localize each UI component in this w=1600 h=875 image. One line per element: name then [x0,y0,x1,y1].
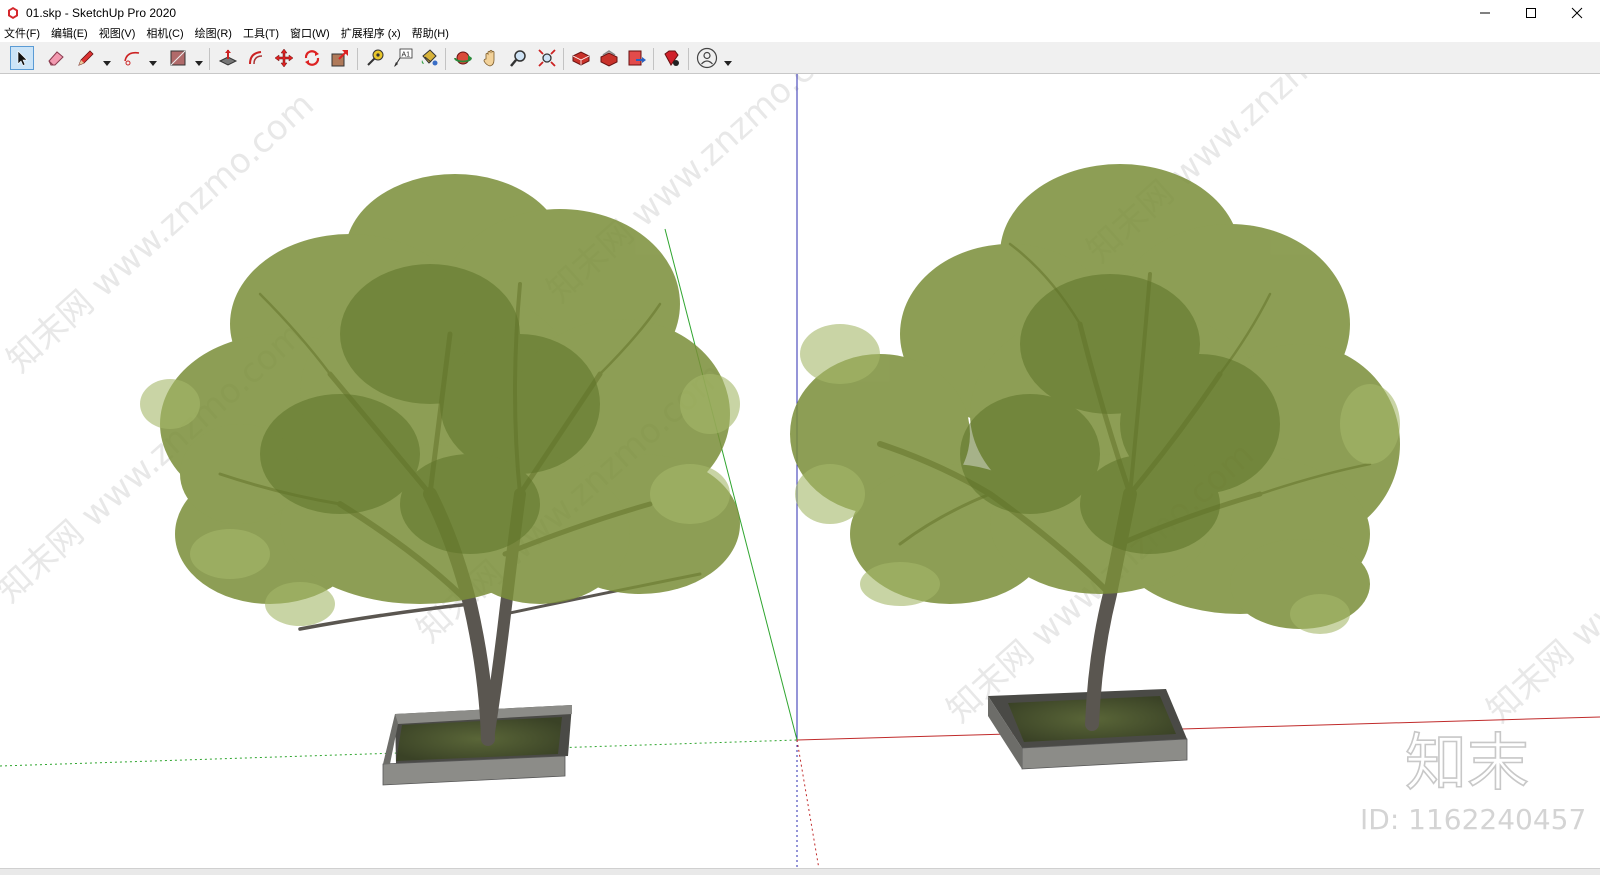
scale-tool-button[interactable] [328,46,352,70]
pencil-line-icon [78,50,94,66]
red-axis-dotted [796,739,821,875]
arc-tool-button[interactable] [120,46,144,70]
arc-tool-dropdown[interactable] [149,54,157,66]
toolbar-divider [445,48,446,70]
toolbar-divider [563,48,564,70]
menu-help[interactable]: 帮助(H) [412,25,449,41]
extension-warehouse-button[interactable] [597,46,621,70]
eraser-tool-button[interactable] [44,46,68,70]
line-tool-dropdown[interactable] [103,54,111,66]
paint-bucket-tool-button[interactable] [417,46,441,70]
scale-icon [331,50,348,67]
chevron-down-icon [195,61,203,66]
shape-tool-dropdown[interactable] [195,54,203,66]
toolbar-divider [653,48,654,70]
extension-warehouse-icon [600,50,618,67]
tree-model-right[interactable] [790,164,1400,770]
menu-draw[interactable]: 绘图(R) [195,25,232,41]
menu-view[interactable]: 视图(V) [99,25,136,41]
pan-hand-icon [483,49,495,67]
sketchup-logo-icon [8,7,18,19]
paint-bucket-icon [421,49,438,66]
minimize-button[interactable] [1462,0,1508,26]
zoom-tool-button[interactable] [507,46,531,70]
offset-tool-button[interactable] [244,46,268,70]
orbit-icon [454,51,472,65]
rotate-tool-button[interactable] [300,46,324,70]
watermark-id: ID: 1162240457 [1360,803,1586,836]
toolbar-divider [209,48,210,70]
menu-tools[interactable]: 工具(T) [243,25,279,41]
zoom-extents-tool-button[interactable] [535,46,559,70]
menu-camera[interactable]: 相机(C) [146,25,183,41]
watermark-text: 知末网 www.znzmo.com [1479,435,1600,731]
push-pull-tool-button[interactable] [216,46,240,70]
planter-left [382,705,572,786]
title-bar: 01.skp - SketchUp Pro 2020 [0,0,1600,26]
zoom-icon [510,50,526,67]
arc-icon [124,51,140,66]
rotate-icon [304,50,320,66]
tape-measure-tool-button[interactable] [363,46,387,70]
maximize-icon [1526,8,1536,18]
maximize-button[interactable] [1508,0,1554,26]
layout-send-icon [628,50,646,66]
extension-manager-ruby-icon [664,50,679,66]
rectangle-shape-icon [170,50,186,66]
pan-tool-button[interactable] [479,46,503,70]
zoom-extents-icon [538,49,556,67]
close-button[interactable] [1554,0,1600,26]
3d-warehouse-icon [572,51,590,66]
window-title: 01.skp - SketchUp Pro 2020 [26,6,177,20]
account-button[interactable] [695,46,719,70]
main-toolbar: A1 [0,42,1600,74]
text-tool-button[interactable]: A1 [391,46,415,70]
chevron-down-icon [149,61,157,66]
shape-tool-button[interactable] [166,46,190,70]
tree-model-left[interactable] [140,174,740,786]
eraser-icon [48,51,64,66]
select-tool-button[interactable] [10,46,34,70]
scene-canvas[interactable]: 知末网 www.znzmo.com 知末网 www.znzmo.com 知末网 … [0,74,1600,875]
toolbar-divider [357,48,358,70]
text-label-icon: A1 [394,48,413,67]
3d-warehouse-button[interactable] [569,46,593,70]
chevron-down-icon [103,61,111,66]
menu-bar: 文件(F) 编辑(E) 视图(V) 相机(C) 绘图(R) 工具(T) 窗口(W… [0,24,1600,42]
text-tool-glyph: A1 [402,52,411,59]
push-pull-icon [218,49,238,66]
send-to-layout-button[interactable] [625,46,649,70]
toolbar-divider [688,48,689,70]
model-viewport[interactable]: 知末网 www.znzmo.com 知末网 www.znzmo.com 知末网 … [0,74,1600,875]
menu-window[interactable]: 窗口(W) [290,25,330,41]
menu-extensions[interactable]: 扩展程序 (x) [341,25,401,41]
account-dropdown[interactable] [724,54,732,66]
move-tool-button[interactable] [272,46,296,70]
close-icon [1571,7,1583,19]
watermark-logo: 知末 [1405,726,1529,799]
line-tool-button[interactable] [74,46,98,70]
orbit-tool-button[interactable] [451,46,475,70]
move-icon [274,48,294,68]
menu-file[interactable]: 文件(F) [4,25,40,41]
menu-edit[interactable]: 编辑(E) [51,25,88,41]
offset-icon [249,51,263,65]
chevron-down-icon [724,61,732,66]
status-bar [0,868,1600,875]
account-user-icon [696,47,718,69]
tape-measure-icon [367,49,384,66]
extension-manager-button[interactable] [659,46,683,70]
minimize-icon [1480,12,1490,14]
select-arrow-icon [17,50,28,66]
